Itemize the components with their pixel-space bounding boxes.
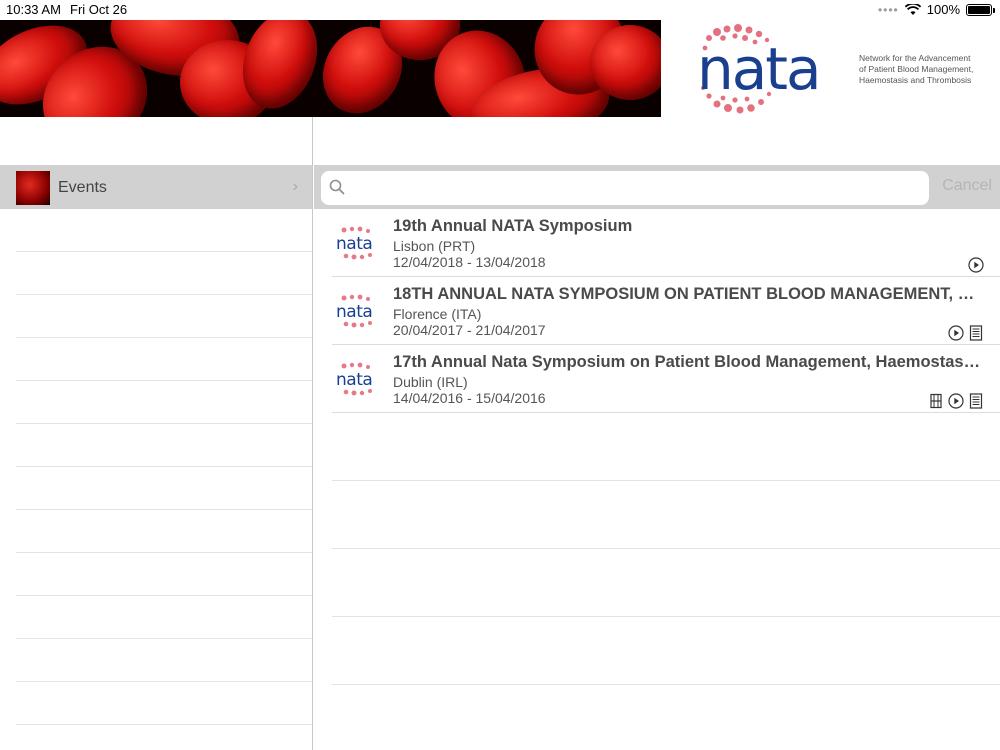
event-location: Lisbon (PRT) <box>393 238 476 254</box>
events-thumbnail <box>16 170 50 205</box>
chevron-right-icon: › <box>292 178 298 195</box>
event-media-icons <box>948 325 984 341</box>
play-icon[interactable] <box>968 257 984 273</box>
status-right: •••• 100% <box>877 2 995 17</box>
battery-percent: 100% <box>926 2 960 17</box>
event-location: Florence (ITA) <box>393 306 482 322</box>
sidebar-empty-row <box>16 424 312 467</box>
status-bar: 10:33 AM Fri Oct 26 •••• 100% <box>0 0 1000 20</box>
empty-list-row <box>332 481 1000 549</box>
event-dates: 14/04/2016 - 15/04/2016 <box>393 390 546 406</box>
nata-event-logo: nata <box>336 294 373 328</box>
empty-list-row <box>332 413 1000 481</box>
svg-text:nata: nata <box>336 302 372 322</box>
play-icon[interactable] <box>948 393 964 409</box>
nata-logo-text: nata <box>697 35 822 103</box>
sidebar-empty-row <box>16 467 312 510</box>
status-date: Fri Oct 26 <box>70 2 128 17</box>
sidebar-item-events[interactable]: Events › <box>0 166 312 209</box>
event-media-icons <box>928 393 984 409</box>
header-banner <box>0 20 661 117</box>
wifi-icon <box>904 3 921 15</box>
search-icon <box>329 179 345 195</box>
film-icon[interactable] <box>928 393 944 409</box>
empty-list-row <box>332 617 1000 685</box>
nata-event-logo: nata <box>336 362 373 396</box>
event-row[interactable]: nata 17th Annual Nata Symposium on Patie… <box>332 345 1000 413</box>
cancel-button[interactable]: Cancel <box>942 177 992 195</box>
status-time: 10:33 AM <box>6 2 61 17</box>
svg-text:nata: nata <box>336 234 372 254</box>
event-title: 17th Annual Nata Symposium on Patient Bl… <box>393 353 983 371</box>
empty-list-row <box>332 549 1000 617</box>
main-panel: Cancel nata 19th Annual NATA Symposium L… <box>314 117 1000 750</box>
sidebar-empty-row <box>16 510 312 553</box>
sidebar-empty-row <box>16 381 312 424</box>
event-title: 18TH ANNUAL NATA SYMPOSIUM ON PATIENT BL… <box>393 285 983 303</box>
search-bar: Cancel <box>314 166 1000 209</box>
nata-tagline: Network for the Advancement of Patient B… <box>859 53 974 85</box>
sidebar-empty-row <box>16 209 312 252</box>
event-dates: 20/04/2017 - 21/04/2017 <box>393 322 546 338</box>
event-dates: 12/04/2018 - 13/04/2018 <box>393 254 546 270</box>
nata-logo-area: nata Network for the Advancement of Pati… <box>661 20 1000 117</box>
document-icon[interactable] <box>968 325 984 341</box>
event-media-icons <box>968 257 984 273</box>
sidebar-empty-row <box>16 252 312 295</box>
sidebar-empty-row <box>16 295 312 338</box>
event-title: 19th Annual NATA Symposium <box>393 217 633 235</box>
event-row[interactable]: nata 18TH ANNUAL NATA SYMPOSIUM ON PATIE… <box>332 277 1000 345</box>
sidebar-empty-row <box>16 639 312 682</box>
battery-icon <box>966 3 995 16</box>
svg-text:nata: nata <box>336 370 372 390</box>
sidebar-item-label: Events <box>58 178 107 196</box>
sidebar-empty-row <box>16 596 312 639</box>
sidebar-empty-row <box>16 553 312 596</box>
sidebar: Events › <box>0 117 313 750</box>
event-location: Dublin (IRL) <box>393 374 468 390</box>
search-input[interactable] <box>351 171 921 205</box>
search-field[interactable] <box>321 171 929 205</box>
document-icon[interactable] <box>968 393 984 409</box>
main-header <box>314 117 1000 166</box>
sidebar-header <box>0 117 312 166</box>
sidebar-empty-row <box>16 682 312 725</box>
sidebar-empty-row <box>16 338 312 381</box>
play-icon[interactable] <box>948 325 964 341</box>
event-row[interactable]: nata 19th Annual NATA Symposium Lisbon (… <box>332 209 1000 277</box>
nata-event-logo: nata <box>336 226 373 260</box>
signal-icon: •••• <box>877 2 899 17</box>
